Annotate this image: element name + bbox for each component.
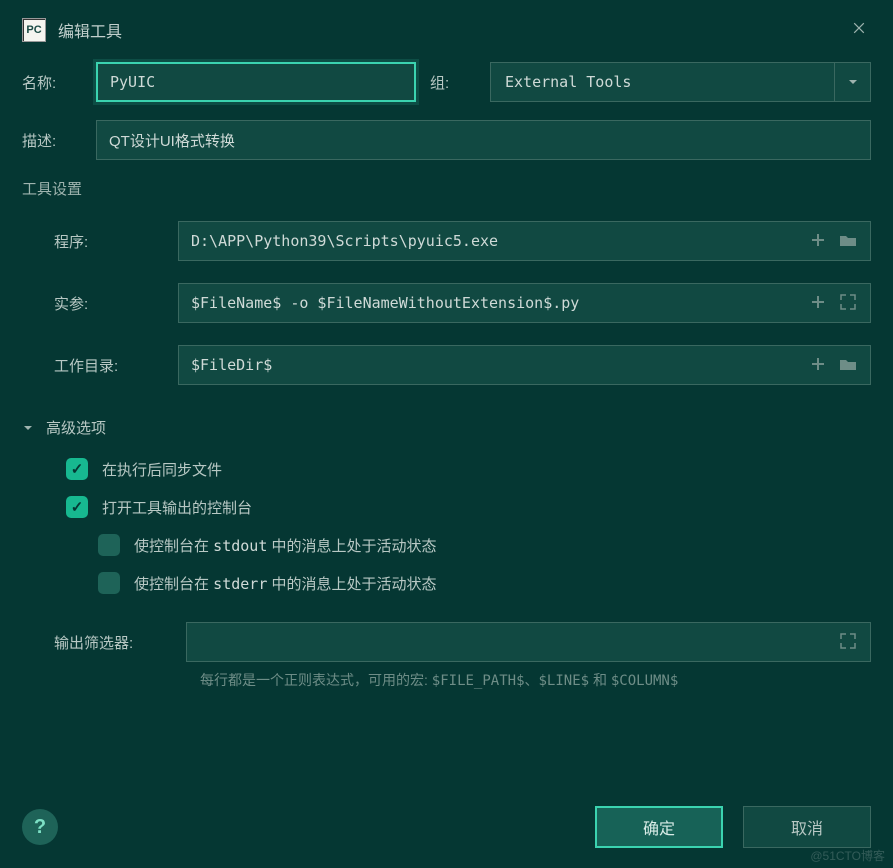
output-filter-label: 输出筛选器: xyxy=(54,632,172,653)
dialog-title: 编辑工具 xyxy=(58,18,122,42)
args-input[interactable]: $FileName$ -o $FileNameWithoutExtension$… xyxy=(178,283,871,323)
watermark: @51CTO博客 xyxy=(810,847,885,864)
folder-icon[interactable] xyxy=(838,354,860,376)
expand-icon[interactable] xyxy=(838,631,860,653)
tool-settings-section: 工具设置 xyxy=(22,178,871,199)
open-console-label: 打开工具输出的控制台 xyxy=(102,497,252,518)
args-label: 实参: xyxy=(54,293,164,314)
advanced-title: 高级选项 xyxy=(46,417,106,438)
chevron-down-icon xyxy=(22,422,34,434)
folder-icon[interactable] xyxy=(838,230,860,252)
output-filter-input[interactable] xyxy=(186,622,871,662)
stdout-checkbox[interactable] xyxy=(98,534,120,556)
chevron-down-icon[interactable] xyxy=(834,63,870,101)
program-input[interactable]: D:\APP\Python39\Scripts\pyuic5.exe xyxy=(178,221,871,261)
dialog-footer: ? 确定 取消 xyxy=(22,806,871,848)
plus-icon[interactable] xyxy=(808,292,830,314)
stderr-label: 使控制台在 stderr 中的消息上处于活动状态 xyxy=(134,573,437,594)
expand-icon[interactable] xyxy=(838,292,860,314)
close-icon[interactable] xyxy=(851,20,871,40)
stderr-checkbox[interactable] xyxy=(98,572,120,594)
program-label: 程序: xyxy=(54,231,164,252)
ok-button[interactable]: 确定 xyxy=(595,806,723,848)
pycharm-logo-icon: PC xyxy=(22,18,46,42)
stdout-label: 使控制台在 stdout 中的消息上处于活动状态 xyxy=(134,535,437,556)
name-input[interactable] xyxy=(96,62,416,102)
group-combobox[interactable]: External Tools xyxy=(490,62,871,102)
cancel-button[interactable]: 取消 xyxy=(743,806,871,848)
name-label: 名称: xyxy=(22,72,82,93)
titlebar: PC 编辑工具 xyxy=(22,18,871,42)
help-button[interactable]: ? xyxy=(22,809,58,845)
dialog-window: PC 编辑工具 名称: 组: External Tools 描述: 工具设置 程… xyxy=(0,0,893,868)
open-console-checkbox[interactable]: ✓ xyxy=(66,496,88,518)
sync-files-label: 在执行后同步文件 xyxy=(102,459,222,480)
plus-icon[interactable] xyxy=(808,354,830,376)
workdir-input[interactable]: $FileDir$ xyxy=(178,345,871,385)
output-filter-hint: 每行都是一个正则表达式，可用的宏: $FILE_PATH$、$LINE$ 和 $… xyxy=(200,670,871,690)
desc-label: 描述: xyxy=(22,130,82,151)
group-label: 组: xyxy=(430,72,476,93)
sync-files-checkbox[interactable]: ✓ xyxy=(66,458,88,480)
plus-icon[interactable] xyxy=(808,230,830,252)
advanced-toggle[interactable]: 高级选项 xyxy=(22,417,871,438)
desc-input[interactable] xyxy=(96,120,871,160)
group-value: External Tools xyxy=(491,73,834,91)
workdir-label: 工作目录: xyxy=(54,355,164,376)
